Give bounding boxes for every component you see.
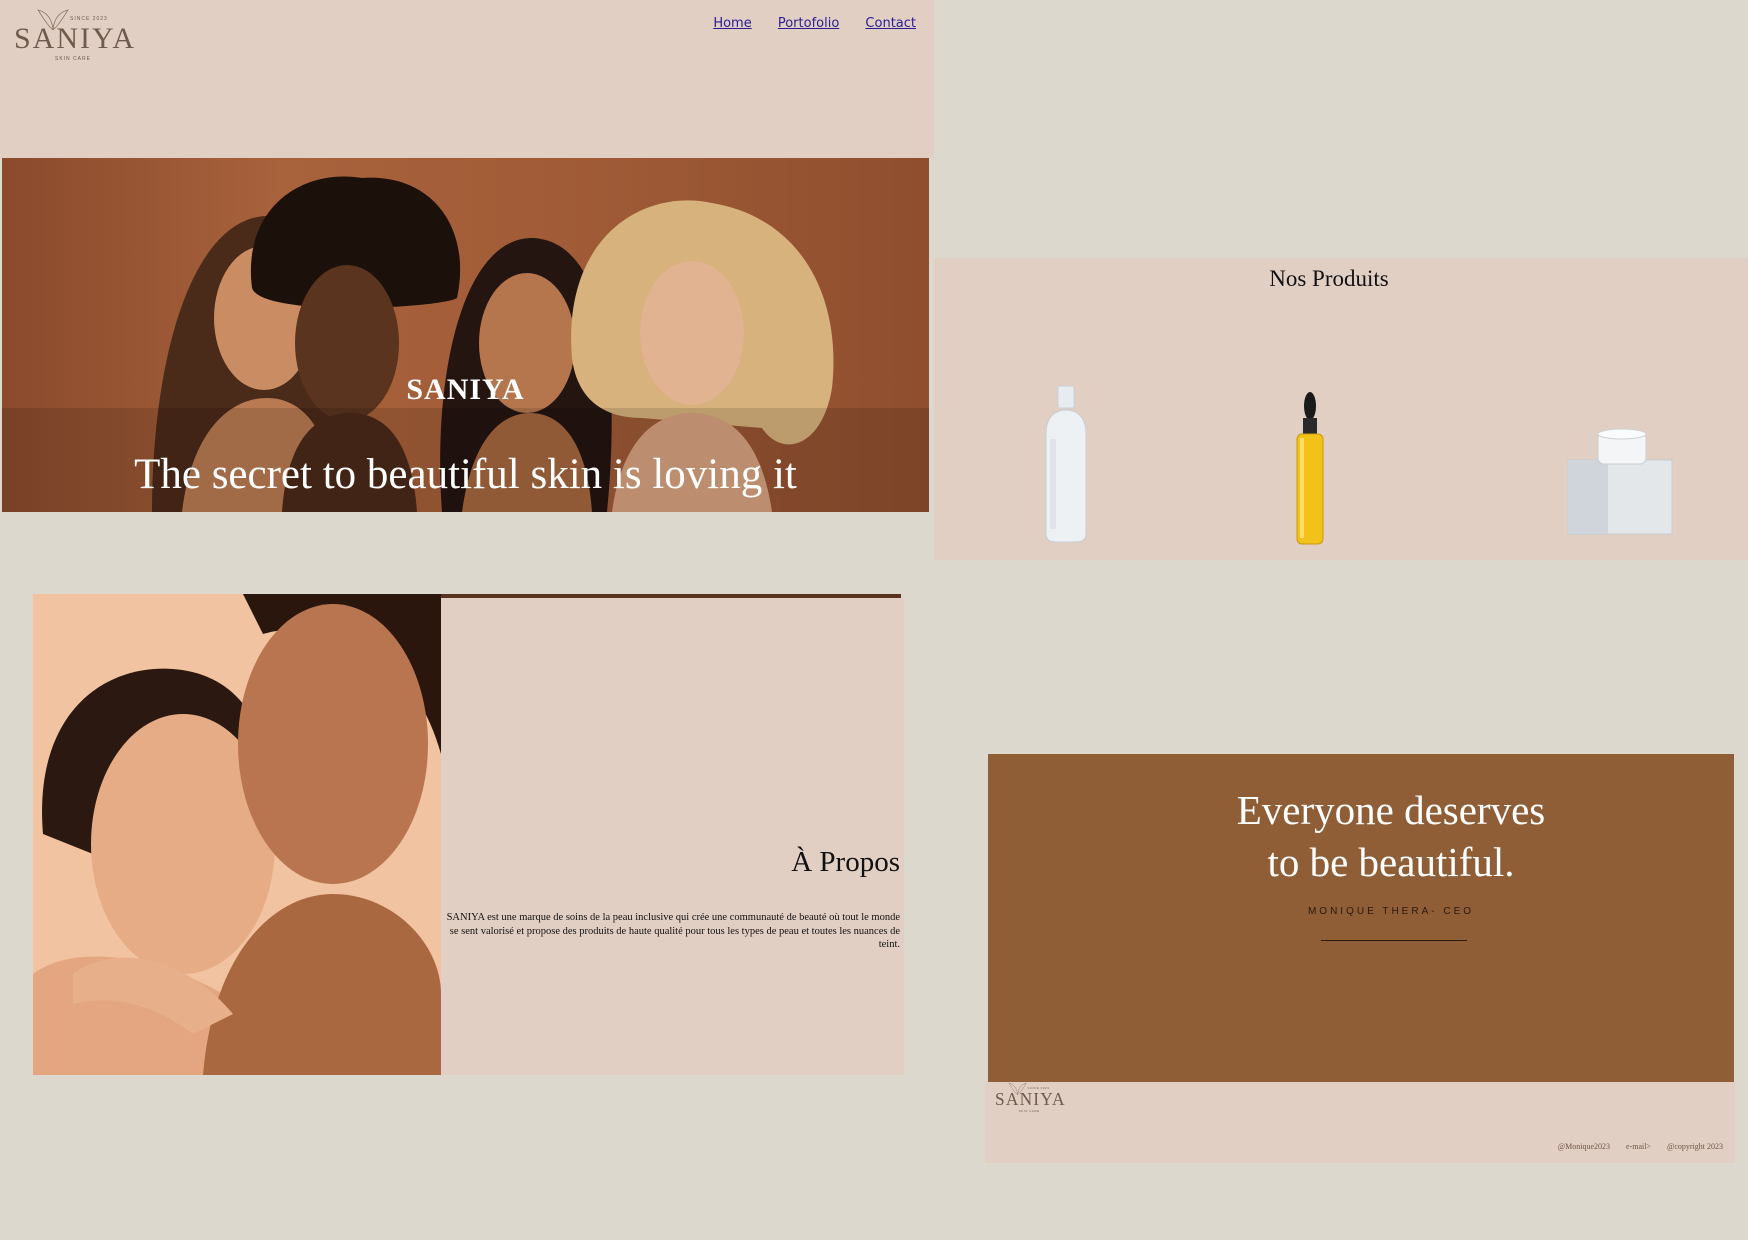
- serum-dropper-icon[interactable]: [1290, 388, 1330, 548]
- about-photo: [33, 594, 441, 1075]
- hero-tagline: The secret to beautiful skin is loving i…: [134, 451, 797, 498]
- main-nav: Home Portofolio Contact: [691, 16, 916, 31]
- site-footer: SINCE 2023 SANIYA SKIN CARE @Monique2023…: [985, 1082, 1735, 1163]
- quote-underline: [1321, 940, 1467, 941]
- footer-links: @Monique2023 e-mail> @copyright 2023: [1544, 1142, 1723, 1151]
- about-description: SANIYA est une marque de soins de la pea…: [446, 912, 900, 950]
- about-section: À Propos SANIYA est une marque de soins …: [441, 598, 904, 1075]
- quote-line-2: to be beautiful.: [1267, 839, 1515, 885]
- nav-link-home[interactable]: Home: [713, 16, 751, 31]
- nav-link-portofolio[interactable]: Portofolio: [778, 16, 839, 31]
- cream-jar-icon[interactable]: [1564, 426, 1676, 538]
- quote-section: Everyone deserves to be beautiful. MONIQ…: [988, 754, 1734, 1082]
- two-women-portrait: [33, 594, 441, 1075]
- logo-wordmark: SANIYA: [14, 22, 137, 55]
- about-title: À Propos: [791, 846, 900, 878]
- footer-logo-subtitle: SKIN CARE: [1018, 1109, 1040, 1114]
- products-section: Nos Produits: [934, 258, 1748, 560]
- brand-logo[interactable]: SINCE 2023 SANIYA SKIN CARE: [14, 8, 134, 64]
- footer-logo-wordmark: SANIYA: [995, 1090, 1066, 1110]
- nav-link-contact[interactable]: Contact: [865, 16, 916, 31]
- right-woman-face: [238, 604, 428, 884]
- products-title: Nos Produits: [1269, 266, 1389, 291]
- footer-logo[interactable]: SINCE 2023 SANIYA SKIN CARE: [995, 1082, 1065, 1114]
- logo-subtitle: SKIN CARE: [55, 56, 91, 62]
- footer-copyright: @copyright 2023: [1666, 1142, 1723, 1151]
- quote-line-1: Everyone deserves: [1236, 787, 1546, 833]
- footer-link-email[interactable]: e-mail>: [1626, 1142, 1651, 1151]
- site-header: SINCE 2023 SANIYA SKIN CARE Home Portofo…: [0, 0, 934, 158]
- hero-banner: SANIYA The secret to beautiful skin is l…: [2, 158, 929, 512]
- quote-text: Everyone deserves to be beautiful.: [988, 784, 1748, 888]
- footer-link-instagram[interactable]: @Monique2023: [1558, 1142, 1610, 1151]
- lotion-bottle-icon[interactable]: [1036, 384, 1096, 544]
- quote-author: MONIQUE THERA- CEO: [1307, 906, 1475, 917]
- hero-brand: SANIYA: [406, 373, 525, 406]
